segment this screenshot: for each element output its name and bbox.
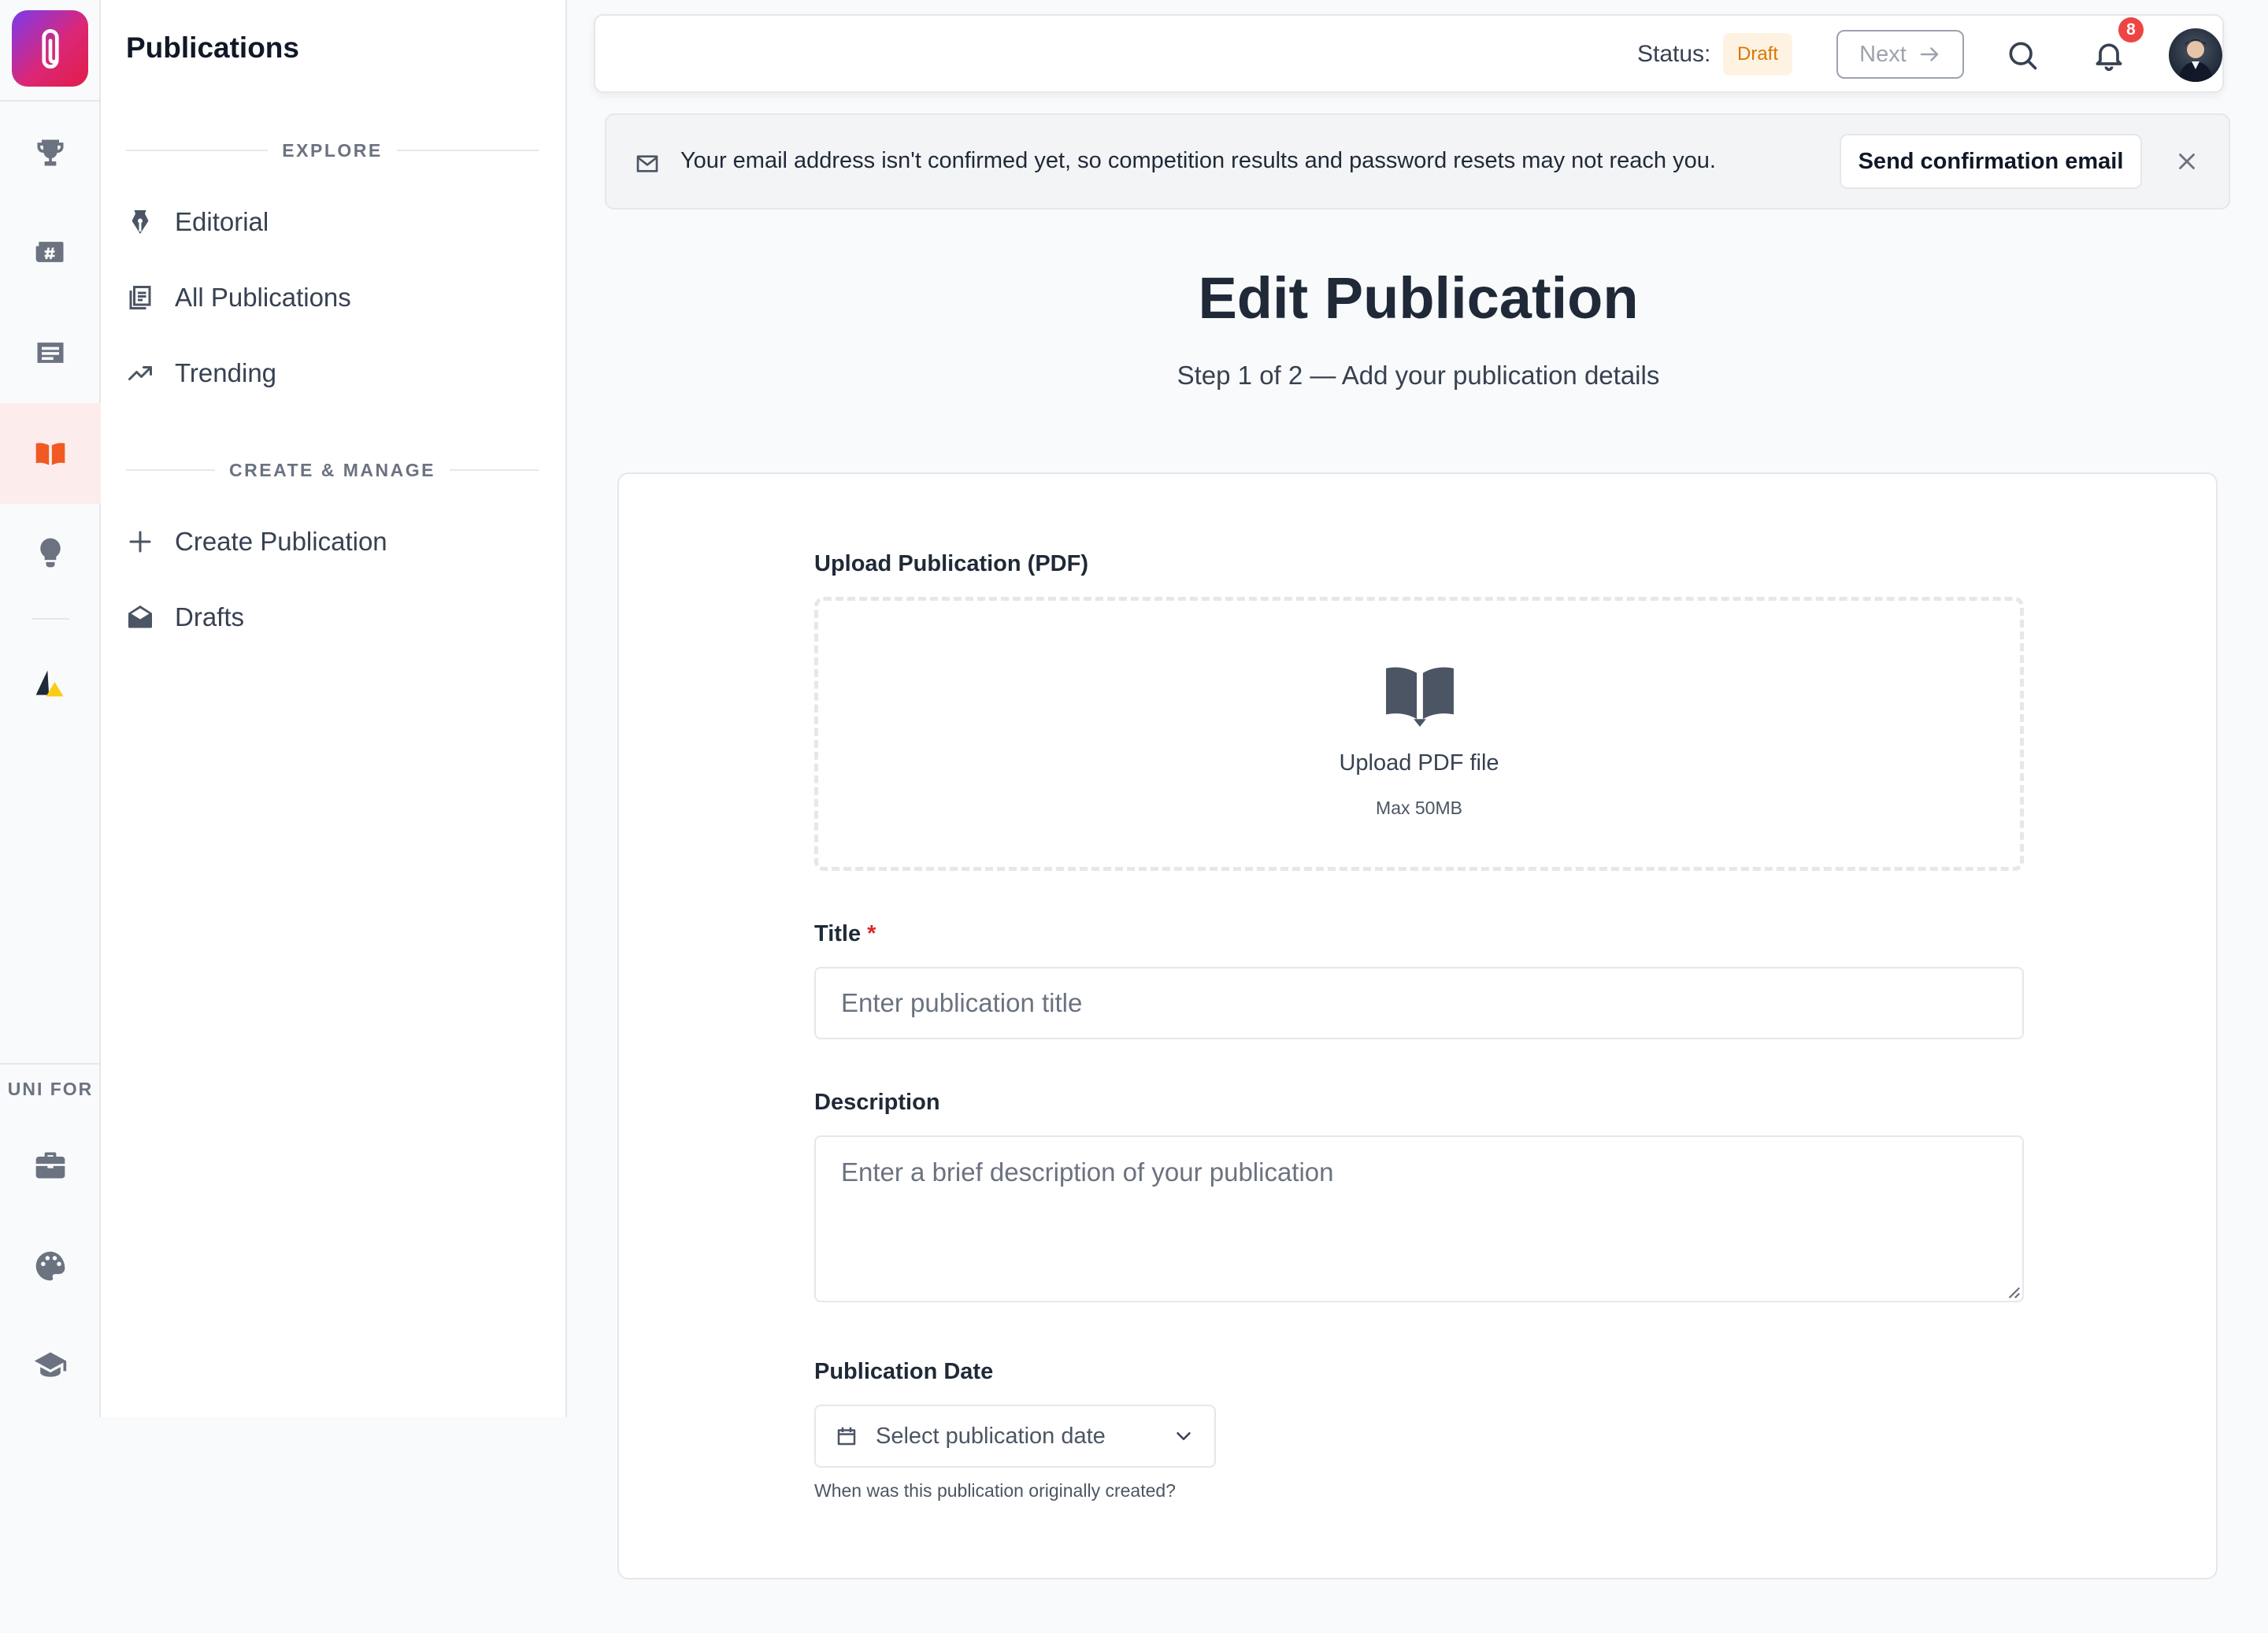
rail-separator xyxy=(32,618,69,620)
search-icon[interactable] xyxy=(2005,38,2040,72)
rail-item-partner[interactable] xyxy=(0,633,101,734)
page-subtitle: Step 1 of 2 — Add your publication detai… xyxy=(1177,361,1660,390)
rail-divider-bottom xyxy=(0,1063,101,1065)
sidebar-item-label: Create Publication xyxy=(175,527,387,556)
chevron-down-icon xyxy=(1177,1432,1191,1440)
arrow-right-icon xyxy=(1920,47,1939,61)
sidebar-item-label: Trending xyxy=(175,358,277,387)
sidebar-item-editorial[interactable]: Editorial xyxy=(126,194,539,250)
article-list-icon xyxy=(37,343,64,363)
rail-item-creatives[interactable] xyxy=(0,1216,101,1316)
mail-icon xyxy=(636,155,658,172)
publication-date-select[interactable]: Select publication date xyxy=(814,1405,1216,1468)
top-bar: Status: Draft Next 8 xyxy=(594,14,2224,93)
pen-nib-icon xyxy=(132,210,149,234)
sidebar-item-trending[interactable]: Trending xyxy=(126,345,539,402)
plus-icon xyxy=(129,531,151,553)
trending-up-icon xyxy=(128,366,152,380)
paperclip-logo-icon xyxy=(41,28,59,69)
status-badge: Draft xyxy=(1723,33,1793,76)
send-confirmation-email-button[interactable]: Send confirmation email xyxy=(1840,134,2142,189)
publication-date-help: When was this publication originally cre… xyxy=(814,1480,1176,1501)
description-textarea[interactable] xyxy=(814,1135,2024,1302)
avatar[interactable] xyxy=(2169,28,2222,82)
lightbulb-icon xyxy=(40,538,61,568)
rail-item-articles[interactable] xyxy=(0,302,101,403)
rail-item-news[interactable] xyxy=(0,202,101,302)
publication-date-placeholder: Select publication date xyxy=(876,1423,1106,1449)
section-heading-label: CREATE & MANAGE xyxy=(229,459,435,480)
title-label-text: Title xyxy=(814,921,862,946)
dropzone-hint: Max 50MB xyxy=(1376,798,1462,818)
sidebar-title: Publications xyxy=(126,31,299,64)
section-heading-explore: EXPLORE xyxy=(126,139,539,162)
sidebar-item-label: All Publications xyxy=(175,283,351,312)
briefcase-icon xyxy=(35,1152,65,1179)
rail-item-students[interactable] xyxy=(0,1315,101,1416)
sidebar-item-all-publications[interactable]: All Publications xyxy=(126,269,539,326)
title-label: Title * xyxy=(814,921,876,947)
pdf-dropzone[interactable]: Upload PDF file Max 50MB xyxy=(814,597,2024,871)
envelope-open-icon xyxy=(128,605,152,628)
required-marker: * xyxy=(867,921,876,946)
sidebar-item-drafts[interactable]: Drafts xyxy=(126,589,539,646)
bell-icon[interactable] xyxy=(2092,38,2126,72)
title-input[interactable] xyxy=(814,967,2024,1039)
stacked-documents-icon xyxy=(129,286,151,309)
description-label: Description xyxy=(814,1090,940,1115)
user-avatar-icon xyxy=(2178,39,2213,82)
calendar-icon xyxy=(837,1427,856,1446)
status-label: Status: xyxy=(1637,41,1711,67)
open-book-icon xyxy=(1386,667,1454,728)
email-confirmation-alert: Your email address isn't confirmed yet, … xyxy=(605,113,2230,209)
rail-item-competitions[interactable] xyxy=(0,102,101,203)
publication-form-card: Upload Publication (PDF) Upload PDF file… xyxy=(617,472,2218,1579)
dropzone-cta: Upload PDF file xyxy=(1339,750,1499,776)
publication-date-label: Publication Date xyxy=(814,1359,994,1384)
triangle-logo-icon xyxy=(35,670,64,697)
rail-section-label: UNI FOR xyxy=(7,1079,94,1099)
section-heading-label: EXPLORE xyxy=(282,139,383,161)
newspaper-hash-icon xyxy=(35,242,64,262)
rail-item-ideas[interactable] xyxy=(0,502,101,603)
icon-rail: UNI FOR xyxy=(0,0,101,1417)
alert-message: Your email address isn't confirmed yet, … xyxy=(680,148,1716,173)
close-icon[interactable] xyxy=(2174,148,2200,175)
section-heading-create-manage: CREATE & MANAGE xyxy=(126,458,539,482)
next-button-label: Next xyxy=(1859,41,1907,67)
notification-count-badge: 8 xyxy=(2118,17,2144,43)
sidebar-item-create-publication[interactable]: Create Publication xyxy=(126,513,539,570)
sidebar: Publications EXPLORE Editorial All Publi… xyxy=(101,0,567,1417)
graduation-cap-icon xyxy=(34,1352,67,1377)
rail-item-publications[interactable] xyxy=(0,403,101,504)
upload-label: Upload Publication (PDF) xyxy=(814,551,1088,576)
trophy-icon xyxy=(37,139,64,166)
open-book-icon xyxy=(35,443,65,465)
app-logo[interactable] xyxy=(12,10,88,87)
palette-icon xyxy=(35,1251,65,1281)
rail-item-business[interactable] xyxy=(0,1115,101,1216)
sidebar-item-label: Editorial xyxy=(175,207,269,236)
sidebar-item-label: Drafts xyxy=(175,602,245,631)
page-title: Edit Publication xyxy=(1198,265,1639,331)
rail-divider xyxy=(0,100,101,102)
next-button[interactable]: Next xyxy=(1836,30,1964,79)
